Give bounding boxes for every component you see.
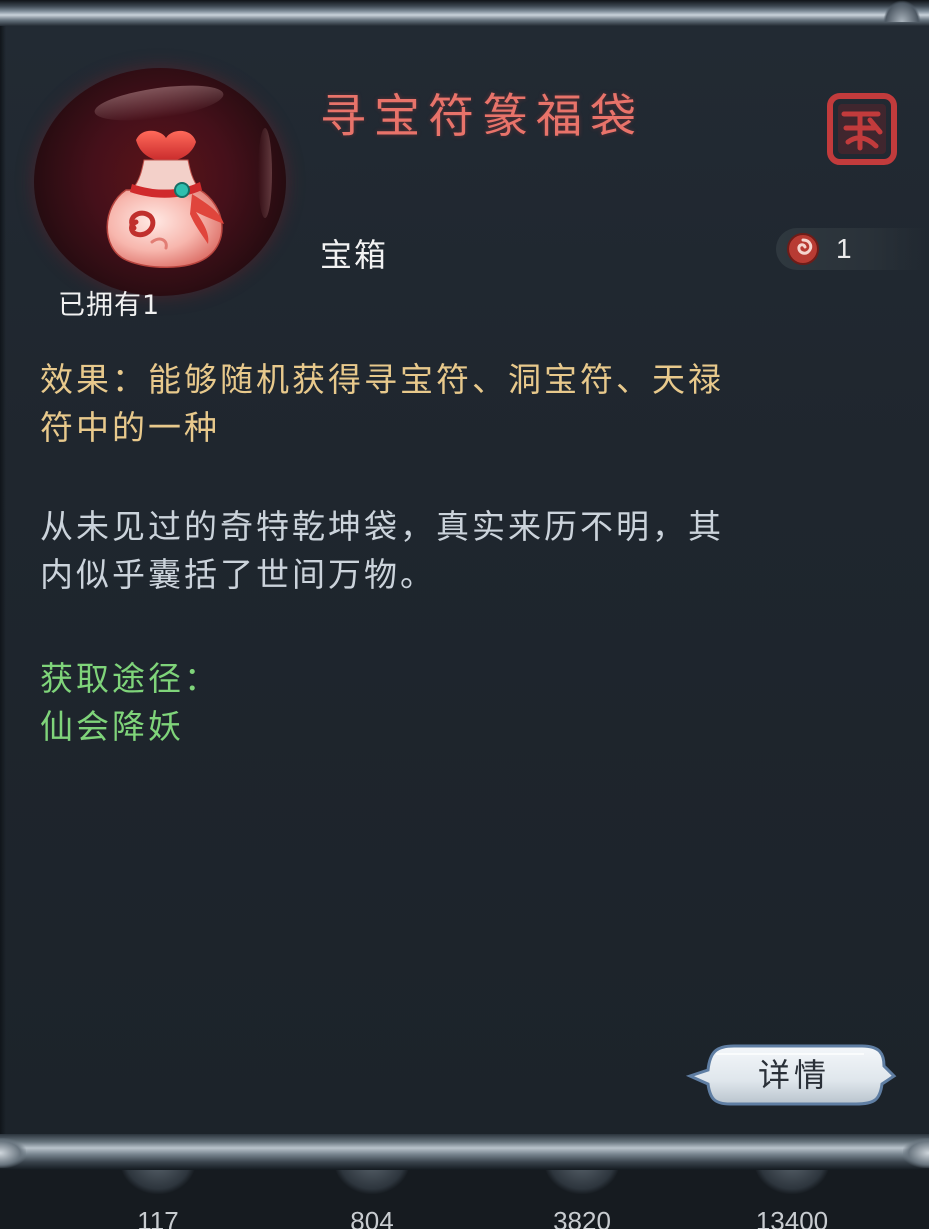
panel-bottom-frame — [0, 1134, 929, 1170]
effect-line: 效果：能够随机获得寻宝符、洞宝符、天禄 — [40, 360, 724, 399]
owned-count-label: 已拥有1 — [58, 290, 161, 321]
lucky-bag-icon — [106, 130, 224, 268]
background-item-count: 117 — [137, 1206, 179, 1229]
swirl-token-icon — [787, 233, 819, 265]
source-value: 仙会降妖 — [40, 707, 184, 746]
details-button-label: 详情 — [757, 1056, 830, 1094]
item-count-value: 1 — [836, 233, 852, 264]
effect-line: 符中的一种 — [40, 408, 220, 447]
background-item-count: 3820 — [553, 1206, 611, 1229]
background-item-count: 804 — [350, 1206, 394, 1229]
panel-top-frame — [0, 0, 929, 26]
flavor-line: 内似乎囊括了世间万物。 — [40, 555, 436, 594]
item-name-title: 寻宝符篆福袋 — [320, 89, 644, 143]
details-button[interactable]: 详情 — [686, 1040, 898, 1110]
item-detail-screen: 117 804 3820 13400 已拥有1 寻宝符篆福袋 宝箱 1 效果：能… — [0, 0, 929, 1229]
seal-stamp-icon — [827, 93, 897, 165]
background-item-count: 13400 — [755, 1206, 829, 1229]
item-type-label: 宝箱 — [320, 236, 389, 274]
source-label: 获取途径： — [40, 659, 220, 698]
item-effect-text: 效果：能够随机获得寻宝符、洞宝符、天禄 符中的一种 — [40, 356, 910, 452]
flavor-line: 从未见过的奇特乾坤袋，真实来历不明，其 — [40, 507, 724, 546]
item-flavor-text: 从未见过的奇特乾坤袋，真实来历不明，其 内似乎囊括了世间万物。 — [40, 503, 910, 599]
